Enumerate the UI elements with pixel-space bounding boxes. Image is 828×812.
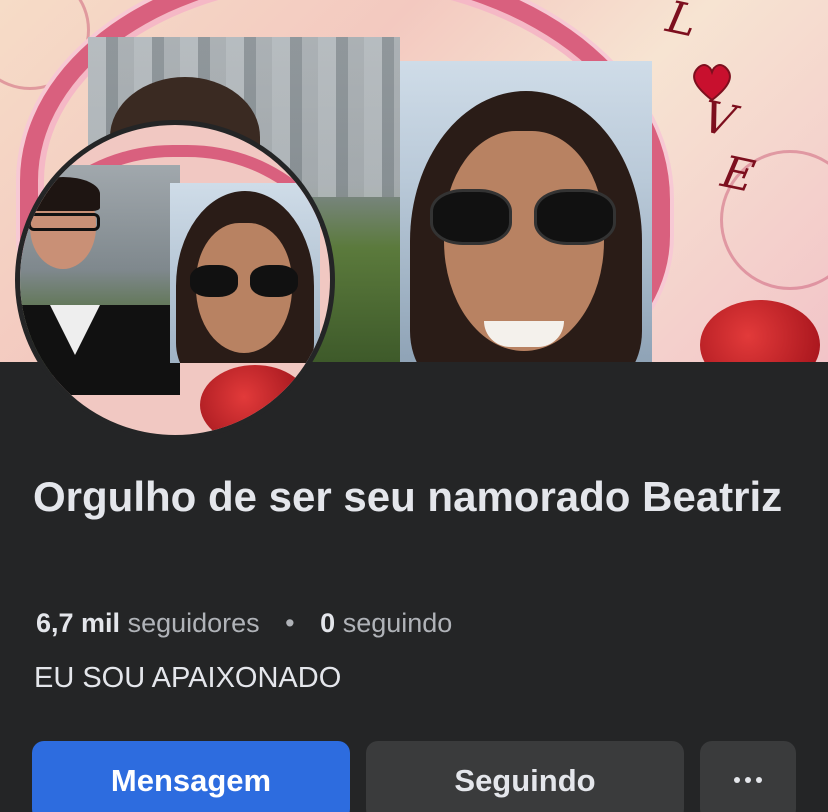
cover-photo-right bbox=[400, 61, 652, 362]
stats-separator: • bbox=[285, 608, 295, 638]
love-letter: L bbox=[661, 0, 702, 48]
avatar-boy-suit bbox=[20, 305, 180, 395]
eyeglasses-image bbox=[28, 213, 100, 231]
following-count: 0 bbox=[320, 608, 336, 638]
message-button-label: Mensagem bbox=[110, 763, 272, 798]
profile-name: Orgulho de ser seu namorado Beatriz bbox=[33, 473, 783, 520]
sunglasses-image bbox=[430, 189, 620, 249]
profile-bio: EU SOU APAIXONADO bbox=[34, 662, 342, 694]
heart-icon bbox=[693, 64, 731, 102]
more-horizontal-icon bbox=[734, 777, 762, 783]
love-letter: E bbox=[716, 146, 759, 203]
more-options-button[interactable] bbox=[700, 741, 796, 812]
rose-decoration bbox=[700, 300, 820, 362]
rose-decoration bbox=[200, 365, 310, 435]
avatar-boy-hair bbox=[26, 177, 100, 211]
followers-link[interactable]: 6,7 mil seguidores bbox=[36, 608, 267, 638]
followers-count: 6,7 mil bbox=[36, 608, 121, 638]
message-button[interactable]: Mensagem bbox=[32, 741, 350, 812]
followers-label: seguidores bbox=[127, 608, 260, 638]
avatar-photo-girl bbox=[170, 183, 320, 363]
following-link[interactable]: 0 seguindo bbox=[320, 608, 452, 638]
profile-avatar[interactable] bbox=[15, 120, 335, 440]
following-button[interactable]: Seguindo bbox=[366, 741, 684, 812]
following-button-label: Seguindo bbox=[454, 763, 596, 798]
profile-stats: 6,7 mil seguidores • 0 seguindo bbox=[36, 608, 452, 639]
following-label: seguindo bbox=[342, 608, 453, 638]
avatar-photo-boy bbox=[20, 165, 180, 395]
